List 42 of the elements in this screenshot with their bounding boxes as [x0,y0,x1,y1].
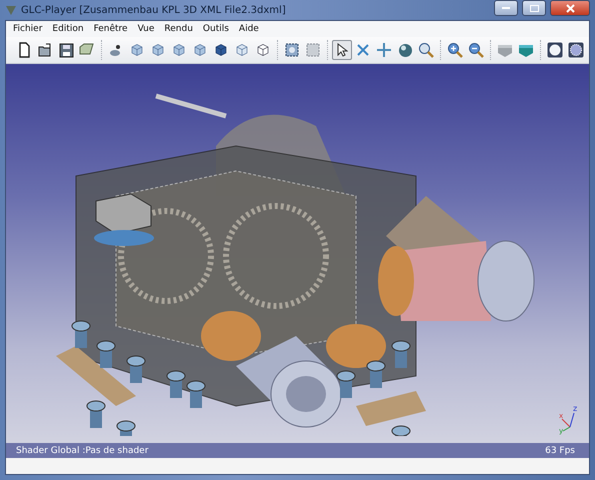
sphere-icon [547,42,563,58]
fit-view-icon [284,42,300,58]
menu-item[interactable]: Edition [47,24,89,34]
maximize-button[interactable] [522,0,546,16]
shield-icon [518,42,534,58]
window-title: GLC-Player [Zusammenbau KPL 3D XML File2.3dxml] [21,4,286,16]
cube-icon [130,43,144,57]
magnifier-tool[interactable] [416,40,436,60]
wireframe-cube-icon [256,43,270,57]
fit-view-icon [305,42,321,58]
cube-icon [235,43,249,57]
cube-icon [151,43,165,57]
minimize-icon [502,6,510,10]
minimize-button[interactable] [494,0,518,16]
status-message: Shader Global :Pas de shader [16,446,148,456]
cube-icon [193,43,207,57]
zoom-in-tool[interactable] [445,40,465,60]
menu-item[interactable]: Rendu [159,24,198,34]
sphere-icon [398,42,412,58]
zoom-out-icon [468,42,484,58]
sphere-icon [568,42,584,58]
app-logo-icon [5,4,17,16]
menu-item[interactable]: Outils [198,24,234,34]
maximize-icon [530,4,538,12]
zoom-out-tool[interactable] [466,40,486,60]
menu-item[interactable]: Vue [132,24,160,34]
document-icon [17,42,31,58]
sphere-tool[interactable] [545,40,565,60]
menu-item[interactable]: Fichier [8,24,48,34]
sphere-tool[interactable] [566,40,586,60]
cube-icon [214,43,228,57]
menu-item[interactable]: Aide [234,24,264,34]
close-button[interactable] [550,0,590,16]
close-icon [566,4,574,12]
pointer-tool[interactable] [332,40,352,60]
pointer-icon [336,43,348,57]
shield-icon [497,42,513,58]
fps-counter: 63 Fps [545,446,575,456]
menu-item[interactable]: Fenêtre [88,24,133,34]
magnifier-icon [418,42,434,58]
zoom-in-icon [447,42,463,58]
cube-icon [172,43,186,57]
